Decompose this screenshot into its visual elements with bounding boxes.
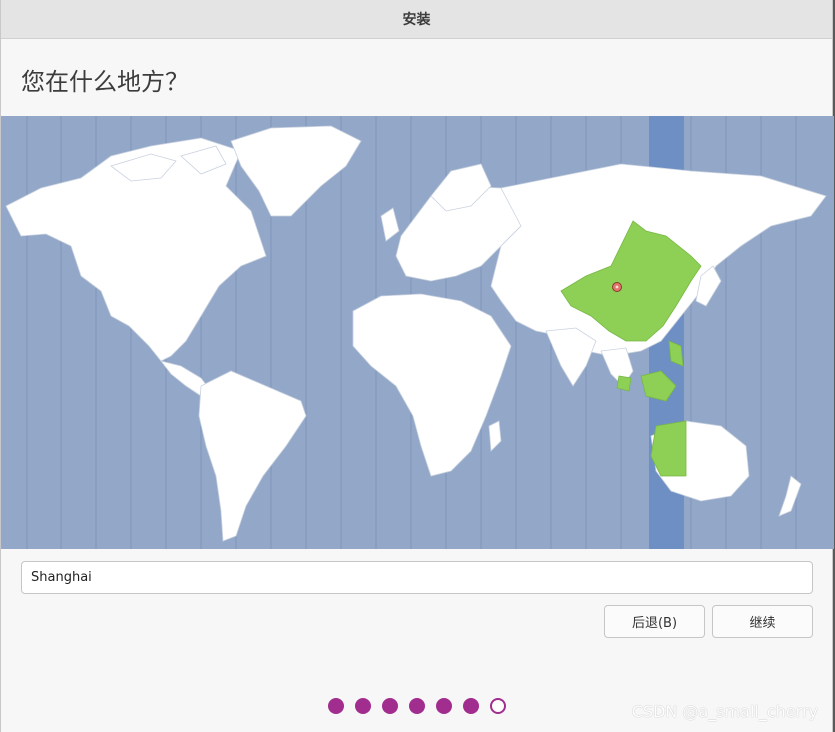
step-dot-completed	[355, 698, 371, 714]
location-pin-icon[interactable]	[612, 282, 622, 292]
land-masses	[5, 125, 827, 542]
step-dot-current	[490, 698, 506, 714]
progress-steps	[328, 698, 506, 714]
world-map-graphic[interactable]	[1, 116, 834, 549]
step-dot-completed	[382, 698, 398, 714]
timezone-map[interactable]	[1, 116, 834, 549]
page-title: 您在什么地方？	[21, 68, 189, 96]
step-dot-completed	[409, 698, 425, 714]
step-dot-completed	[463, 698, 479, 714]
step-dot-completed	[328, 698, 344, 714]
installer-window: 安装 您在什么地方？ Shanghai 后退(B) 继续 CSDN @a_sma…	[0, 0, 834, 732]
watermark-text: CSDN @a_small_cherry	[631, 702, 818, 721]
timezone-location-input[interactable]	[21, 561, 813, 594]
back-button[interactable]: 后退(B)	[604, 605, 705, 638]
continue-button[interactable]: 继续	[712, 605, 813, 638]
step-dot-completed	[436, 698, 452, 714]
window-titlebar: 安装	[1, 0, 832, 39]
window-title: 安装	[402, 12, 431, 28]
